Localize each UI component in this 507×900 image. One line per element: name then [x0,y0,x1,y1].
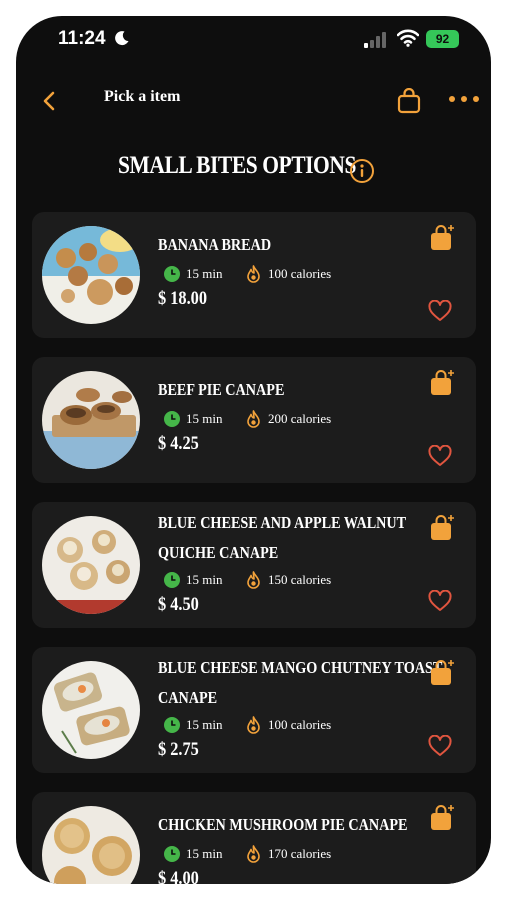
item-title-line: BLUE CHEESE AND APPLE WALNUT [158,513,407,532]
prep-time: 15 min [186,266,223,281]
prep-time: 15 min [186,717,223,732]
phone-screen: 11:24 92 Pick a item SMALL BITES OPTIONS… [16,16,491,884]
item-price: $ 4.25 [158,433,199,454]
more-dots-icon[interactable] [448,94,480,104]
add-to-bag-icon[interactable] [430,514,456,542]
item-photo [42,661,140,759]
battery-icon: 92 [426,30,459,48]
item-photo [42,226,140,324]
item-title: BANANA BREAD [158,230,271,260]
item-title-line: QUICHE CANAPE [158,543,279,562]
heart-icon[interactable] [428,735,452,757]
status-bar: 11:24 92 [16,16,491,64]
item-price: $ 18.00 [158,288,208,309]
item-title: BEEF PIE CANAPE [158,375,284,405]
item-title-line: CANAPE [158,688,218,707]
flame-icon [247,716,260,734]
item-title-line: CHICKEN MUSHROOM PIE CANAPE [158,815,408,834]
prep-time: 15 min [186,572,223,587]
heart-icon[interactable] [428,300,452,322]
item-price: $ 2.75 [158,739,199,760]
flame-icon [247,265,260,283]
item-price: $ 4.00 [158,868,199,884]
heart-icon[interactable] [428,590,452,612]
clock-icon [164,411,180,427]
flame-icon [247,571,260,589]
menu-item-card[interactable]: BEEF PIE CANAPE 15 min 200 calories $ 4.… [32,357,476,483]
item-title-line: BLUE CHEESE MANGO CHUTNEY TOAST [158,658,443,677]
nav-bar: Pick a item [16,86,491,126]
item-photo [42,806,140,884]
clock-icon [164,846,180,862]
flame-icon [247,410,260,428]
calories: 200 calories [268,411,332,426]
menu-item-card[interactable]: CHICKEN MUSHROOM PIE CANAPE 15 min 170 c… [32,792,476,884]
calories: 100 calories [268,717,332,732]
flame-icon [247,845,260,863]
item-title-line: BEEF PIE CANAPE [158,380,285,399]
item-price: $ 4.50 [158,594,199,615]
add-to-bag-icon[interactable] [430,224,456,252]
shopping-bag-icon[interactable] [397,88,421,114]
clock-icon [164,717,180,733]
calories: 170 calories [268,846,332,861]
add-to-bag-icon[interactable] [430,369,456,397]
item-title: BLUE CHEESE MANGO CHUTNEY TOAST CANAPE [158,653,442,713]
signal-icon [364,32,386,48]
calories: 150 calories [268,572,332,587]
heart-icon[interactable] [428,445,452,467]
item-photo [42,516,140,614]
add-to-bag-icon[interactable] [430,804,456,832]
item-photo [42,371,140,469]
add-to-bag-icon[interactable] [430,659,456,687]
prep-time: 15 min [186,846,223,861]
menu-item-card[interactable]: BLUE CHEESE MANGO CHUTNEY TOAST CANAPE 1… [32,647,476,773]
item-title: CHICKEN MUSHROOM PIE CANAPE [158,810,408,840]
menu-item-card[interactable]: BANANA BREAD 15 min 100 calories $ 18.00 [32,212,476,338]
page-heading: SMALL BITES OPTIONS [118,152,356,179]
item-title-line: BANANA BREAD [158,235,272,254]
prep-time: 15 min [186,411,223,426]
info-icon[interactable] [349,158,375,184]
calories: 100 calories [268,266,332,281]
moon-icon [115,31,129,46]
wifi-icon [397,29,419,47]
menu-item-card[interactable]: BLUE CHEESE AND APPLE WALNUT QUICHE CANA… [32,502,476,628]
item-title: BLUE CHEESE AND APPLE WALNUT QUICHE CANA… [158,508,406,568]
status-time: 11:24 [58,28,106,49]
nav-title: Pick a item [104,88,181,105]
battery-level: 92 [435,32,450,46]
clock-icon [164,572,180,588]
clock-icon [164,266,180,282]
back-chevron-icon[interactable] [42,90,56,112]
